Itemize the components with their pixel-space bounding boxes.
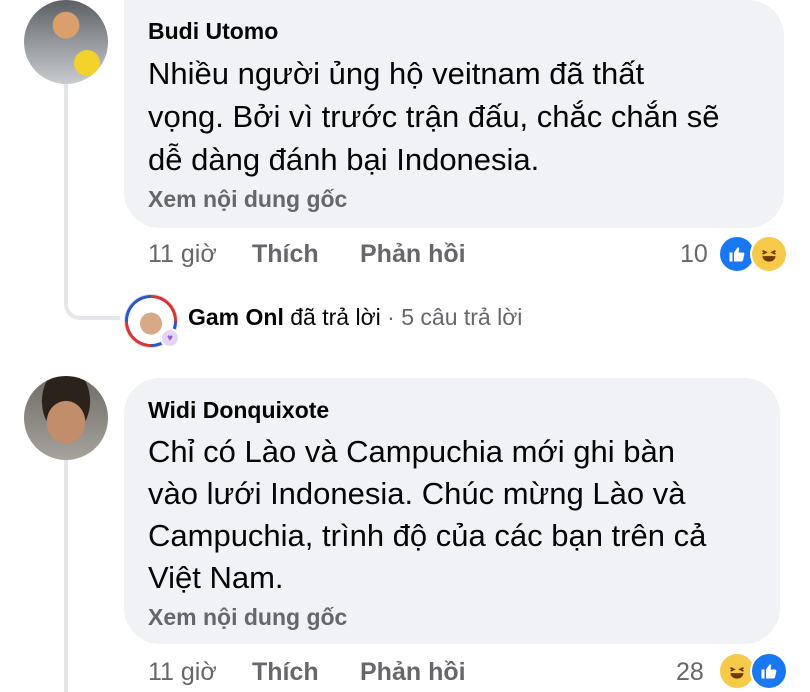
reply-button[interactable]: Phản hồi	[360, 658, 466, 687]
reply-count[interactable]: 5 câu trả lời	[401, 304, 522, 330]
comment-author[interactable]: Widi Donquixote	[148, 397, 329, 424]
comment-timestamp[interactable]: 11 giờ	[148, 240, 217, 269]
thread-connector-vertical	[64, 84, 68, 304]
like-button[interactable]: Thích	[252, 240, 319, 269]
comment-text-line: vào lưới Indonesia. Chúc mừng Lào và	[148, 476, 686, 511]
thread-connector-curve	[64, 300, 120, 320]
comment-text-line: Chỉ có Lào và Campuchia mới ghi bàn	[148, 434, 675, 469]
comment-text-line: Nhiều người ủng hộ veitnam đã thất	[148, 56, 645, 91]
comment-timestamp[interactable]: 11 giờ	[148, 658, 217, 687]
reaction-count[interactable]: 10	[680, 240, 708, 269]
replier-name[interactable]: Gam Onl	[188, 304, 284, 330]
reaction-count[interactable]: 28	[676, 658, 704, 687]
comment-author[interactable]: Budi Utomo	[148, 18, 278, 45]
see-original-link[interactable]: Xem nội dung gốc	[148, 186, 347, 213]
comment-text-line: vọng. Bởi vì trước trận đấu, chắc chắn s…	[148, 99, 720, 134]
thread-connector-lower	[64, 460, 68, 692]
haha-icon	[750, 235, 788, 273]
comment-text-line: dễ dàng đánh bại Indonesia.	[148, 142, 540, 177]
see-original-link[interactable]: Xem nội dung gốc	[148, 604, 347, 631]
reply-button[interactable]: Phản hồi	[360, 240, 466, 269]
comment-text-line: Campuchia, trình độ của các bạn trên cả	[148, 518, 707, 553]
care-badge-icon: ♥	[160, 328, 180, 348]
reply-separator: ·	[387, 304, 395, 330]
like-icon	[750, 652, 788, 690]
comment-text-line: Việt Nam.	[148, 560, 284, 595]
avatar[interactable]	[24, 376, 108, 460]
like-button[interactable]: Thích	[252, 658, 319, 687]
reply-summary[interactable]: Gam Onl đã trả lời · 5 câu trả lời	[188, 304, 522, 331]
avatar[interactable]	[24, 0, 108, 84]
reply-action: đã trả lời	[290, 304, 381, 330]
